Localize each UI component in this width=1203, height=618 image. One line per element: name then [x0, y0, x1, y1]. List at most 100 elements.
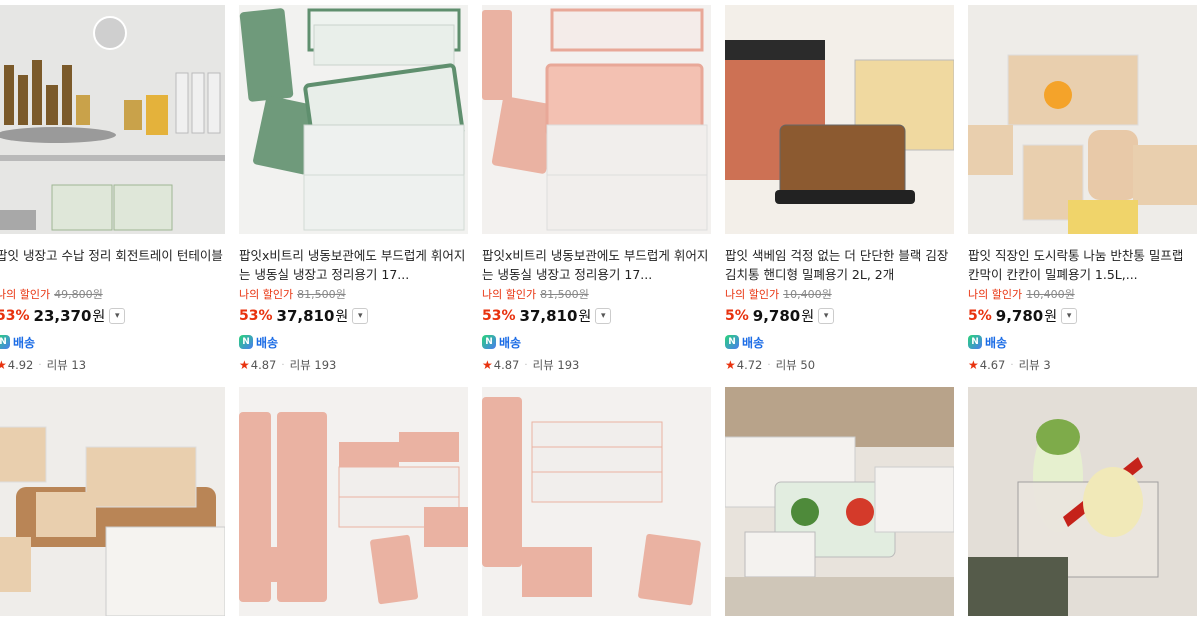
product-card[interactable] — [725, 387, 954, 616]
rating-row: ★ 4.87 · 리뷰 193 — [482, 357, 711, 373]
delivery-badge: N 배송 — [968, 333, 1197, 351]
product-title[interactable]: 팝잇 색베임 걱정 없는 더 단단한 블랙 김장 김치통 핸디형 밀폐용기 2L… — [725, 246, 954, 284]
review-label: 리뷰 — [775, 358, 797, 372]
currency-unit: 원 — [578, 309, 592, 325]
separator: · — [1010, 359, 1014, 371]
product-card[interactable]: 팝잇x비트리 냉동보관에도 부드럽게 휘어지는 냉동실 냉장고 정리용기 17.… — [482, 5, 711, 373]
product-card[interactable]: 팝잇 직장인 도시락통 나눔 반찬통 밀프랩 칸막이 칸칸이 밀폐용기 1.5L… — [968, 5, 1197, 373]
rating-row: ★ 4.92 · 리뷰 13 — [0, 357, 225, 373]
sale-price: 37,810 — [276, 307, 335, 325]
naver-delivery-icon: N — [725, 335, 739, 349]
product-thumbnail[interactable] — [482, 5, 711, 234]
product-card[interactable] — [0, 387, 225, 616]
discount-label: 나의 할인가 — [482, 288, 537, 301]
review-count: 50 — [800, 358, 816, 372]
product-card[interactable] — [482, 387, 711, 616]
rating-value: 4.87 — [493, 358, 520, 372]
price-row: 53% 37,810 원 ▾ — [482, 305, 711, 327]
original-price: 10,400원 — [1026, 288, 1075, 301]
review-count: 3 — [1043, 358, 1051, 372]
star-icon: ★ — [725, 358, 736, 372]
product-thumbnail[interactable] — [968, 387, 1197, 616]
rating-row: ★ 4.67 · 리뷰 3 — [968, 357, 1197, 373]
chevron-down-icon[interactable]: ▾ — [109, 308, 126, 324]
review-count: 13 — [71, 358, 87, 372]
naver-delivery-icon: N — [0, 335, 10, 349]
product-title[interactable]: 팝잇x비트리 냉동보관에도 부드럽게 휘어지는 냉동실 냉장고 정리용기 17.… — [239, 246, 468, 284]
review-count: 193 — [314, 358, 337, 372]
currency-unit: 원 — [801, 309, 815, 325]
original-price: 49,800원 — [54, 288, 103, 301]
rating-value: 4.72 — [736, 358, 763, 372]
original-price: 81,500원 — [297, 288, 346, 301]
naver-delivery-icon: N — [482, 335, 496, 349]
sale-price: 23,370 — [33, 307, 92, 325]
discount-label: 나의 할인가 — [968, 288, 1023, 301]
price-row: 5% 9,780 원 ▾ — [725, 305, 954, 327]
discount-label: 나의 할인가 — [239, 288, 294, 301]
sale-price: 9,780 — [752, 307, 801, 325]
original-price: 10,400원 — [783, 288, 832, 301]
currency-unit: 원 — [335, 309, 349, 325]
price-row: 5% 9,780 원 ▾ — [968, 305, 1197, 327]
chevron-down-icon[interactable]: ▾ — [1061, 308, 1078, 324]
chevron-down-icon[interactable]: ▾ — [595, 308, 612, 324]
sale-price: 9,780 — [995, 307, 1044, 325]
discount-row: 나의 할인가 81,500원 — [482, 286, 711, 302]
rating-value: 4.92 — [7, 358, 34, 372]
product-card[interactable]: 팝잇 색베임 걱정 없는 더 단단한 블랙 김장 김치통 핸디형 밀폐용기 2L… — [725, 5, 954, 373]
naver-delivery-icon: N — [968, 335, 982, 349]
separator: · — [524, 359, 528, 371]
product-card[interactable]: 팝잇x비트리 냉동보관에도 부드럽게 휘어지는 냉동실 냉장고 정리용기 17.… — [239, 5, 468, 373]
discount-label: 나의 할인가 — [725, 288, 780, 301]
review-label: 리뷰 — [289, 358, 311, 372]
discount-rate: 53% — [482, 308, 516, 324]
product-thumbnail[interactable] — [725, 5, 954, 234]
review-label: 리뷰 — [1018, 358, 1040, 372]
product-thumbnail[interactable] — [725, 387, 954, 616]
delivery-badge: N 배송 — [482, 333, 711, 351]
chevron-down-icon[interactable]: ▾ — [352, 308, 369, 324]
chevron-down-icon[interactable]: ▾ — [818, 308, 835, 324]
delivery-badge: N 배송 — [239, 333, 468, 351]
review-label: 리뷰 — [532, 358, 554, 372]
product-title[interactable]: 팝잇 냉장고 수납 정리 회전트레이 턴테이블 — [0, 246, 225, 284]
review-label: 리뷰 — [46, 358, 68, 372]
rating-row: ★ 4.87 · 리뷰 193 — [239, 357, 468, 373]
star-icon: ★ — [0, 358, 7, 372]
rating-value: 4.87 — [250, 358, 277, 372]
discount-row: 나의 할인가 10,400원 — [968, 286, 1197, 302]
product-thumbnail[interactable] — [0, 5, 225, 234]
naver-delivery-icon: N — [239, 335, 253, 349]
product-title[interactable]: 팝잇 직장인 도시락통 나눔 반찬통 밀프랩 칸막이 칸칸이 밀폐용기 1.5L… — [968, 246, 1197, 284]
star-icon: ★ — [968, 358, 979, 372]
rating-value: 4.67 — [979, 358, 1006, 372]
delivery-badge: N 배송 — [0, 333, 225, 351]
product-thumbnail[interactable] — [239, 387, 468, 616]
product-grid: 팝잇 냉장고 수납 정리 회전트레이 턴테이블 나의 할인가 49,800원 53… — [0, 0, 1203, 618]
discount-rate: 53% — [239, 308, 273, 324]
product-thumbnail[interactable] — [0, 387, 225, 616]
product-thumbnail[interactable] — [482, 387, 711, 616]
delivery-badge: N 배송 — [725, 333, 954, 351]
review-count: 193 — [557, 358, 580, 372]
discount-row: 나의 할인가 81,500원 — [239, 286, 468, 302]
delivery-label: 배송 — [985, 335, 1008, 350]
product-title[interactable]: 팝잇x비트리 냉동보관에도 부드럽게 휘어지는 냉동실 냉장고 정리용기 17.… — [482, 246, 711, 284]
currency-unit: 원 — [92, 309, 106, 325]
separator: · — [767, 359, 771, 371]
price-row: 53% 37,810 원 ▾ — [239, 305, 468, 327]
discount-rate: 5% — [725, 308, 749, 324]
product-thumbnail[interactable] — [239, 5, 468, 234]
product-card[interactable] — [239, 387, 468, 616]
product-thumbnail[interactable] — [968, 5, 1197, 234]
product-card[interactable] — [968, 387, 1197, 616]
original-price: 81,500원 — [540, 288, 589, 301]
discount-label: 나의 할인가 — [0, 288, 51, 301]
product-card[interactable]: 팝잇 냉장고 수납 정리 회전트레이 턴테이블 나의 할인가 49,800원 53… — [0, 5, 225, 373]
discount-rate: 5% — [968, 308, 992, 324]
rating-row: ★ 4.72 · 리뷰 50 — [725, 357, 954, 373]
discount-row: 나의 할인가 10,400원 — [725, 286, 954, 302]
delivery-label: 배송 — [256, 335, 279, 350]
delivery-label: 배송 — [13, 335, 36, 350]
